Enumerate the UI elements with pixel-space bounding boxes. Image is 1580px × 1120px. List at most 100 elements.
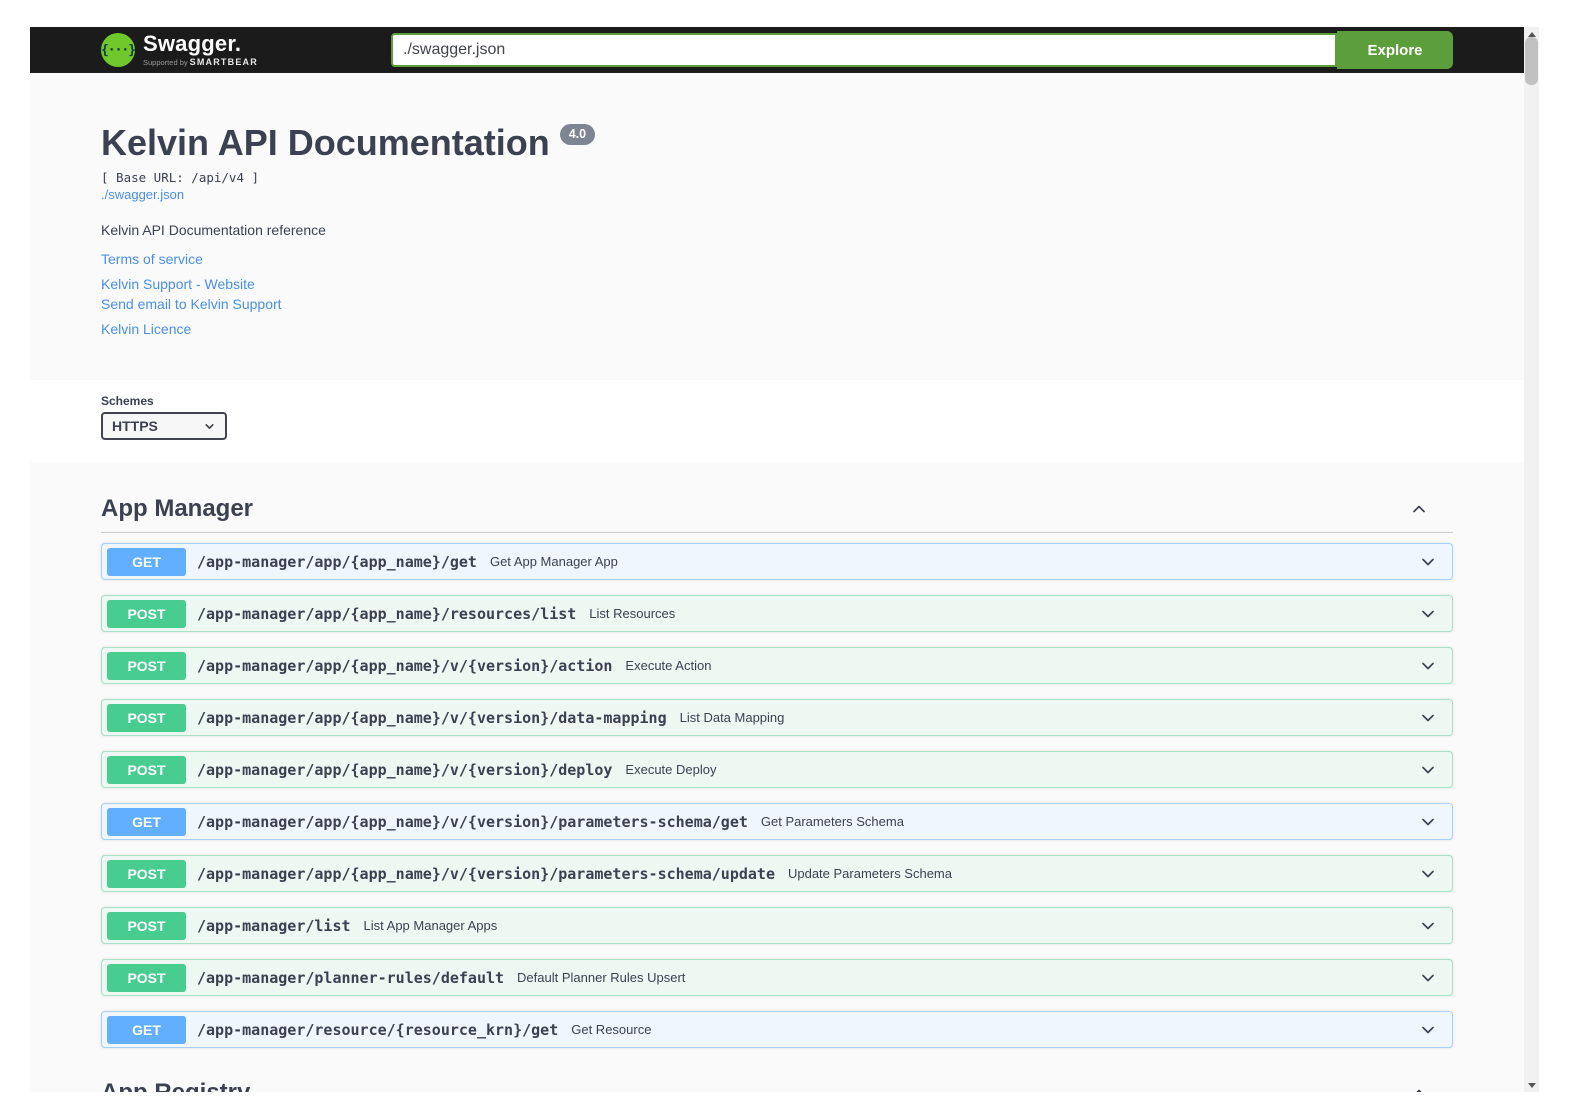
operation-row[interactable]: GET /app-manager/resource/{resource_krn}… — [101, 1011, 1453, 1048]
method-badge: POST — [107, 704, 186, 732]
api-tag-section: App Manager GET /app-manager/app/{app_na… — [101, 489, 1453, 1073]
api-sections: App Manager GET /app-manager/app/{app_na… — [101, 489, 1453, 1092]
terms-of-service-link[interactable]: Terms of service — [101, 251, 1453, 269]
swagger-page: {···} Swagger. Supported bySMARTBEAR Exp… — [30, 27, 1524, 1092]
operation-summary: Default Planner Rules Upsert — [517, 970, 685, 985]
operation-summary: Execute Deploy — [625, 762, 716, 777]
method-badge: POST — [107, 652, 186, 680]
method-badge: GET — [107, 548, 186, 576]
chevron-down-icon — [1418, 916, 1438, 936]
operation-row[interactable]: POST /app-manager/app/{app_name}/v/{vers… — [101, 751, 1453, 788]
triangle-up-icon — [1528, 32, 1536, 37]
operation-summary: Get Parameters Schema — [761, 814, 904, 829]
expand-operation-button[interactable] — [1418, 552, 1438, 572]
operation-path: /app-manager/app/{app_name}/v/{version}/… — [197, 709, 667, 727]
expand-operation-button[interactable] — [1418, 656, 1438, 676]
method-badge: POST — [107, 964, 186, 992]
browser-viewport: {···} Swagger. Supported bySMARTBEAR Exp… — [30, 27, 1539, 1092]
operation-path: /app-manager/resource/{resource_krn}/get — [197, 1021, 558, 1039]
operation-row[interactable]: GET /app-manager/app/{app_name}/get Get … — [101, 543, 1453, 580]
spec-url-input[interactable] — [391, 33, 1337, 67]
operation-summary: List Resources — [589, 606, 675, 621]
section-operations: GET /app-manager/app/{app_name}/get Get … — [101, 543, 1453, 1073]
version-badge: 4.0 — [560, 124, 595, 145]
expand-operation-button[interactable] — [1418, 916, 1438, 936]
operation-path: /app-manager/app/{app_name}/get — [197, 553, 477, 571]
operation-summary: List Data Mapping — [680, 710, 785, 725]
operation-summary: Get Resource — [571, 1022, 651, 1037]
logo-title: Swagger. — [143, 33, 258, 55]
scrollbar-thumb[interactable] — [1525, 37, 1538, 85]
operation-row[interactable]: POST /app-manager/app/{app_name}/resourc… — [101, 595, 1453, 632]
method-badge: POST — [107, 912, 186, 940]
operation-row[interactable]: POST /app-manager/app/{app_name}/v/{vers… — [101, 699, 1453, 736]
operation-path: /app-manager/planner-rules/default — [197, 969, 504, 987]
api-description: Kelvin API Documentation reference — [101, 222, 1453, 238]
scheme-container: Schemes HTTPS — [30, 380, 1524, 462]
expand-operation-button[interactable] — [1418, 1020, 1438, 1040]
scroll-down-button[interactable] — [1524, 1080, 1539, 1090]
explore-button[interactable]: Explore — [1337, 31, 1453, 69]
chevron-down-icon — [1418, 760, 1438, 780]
chevron-down-icon — [1418, 552, 1438, 572]
main-section: App Manager GET /app-manager/app/{app_na… — [30, 462, 1524, 1092]
chevron-down-icon — [1418, 864, 1438, 884]
method-badge: GET — [107, 808, 186, 836]
schemes-select[interactable]: HTTPS — [101, 412, 227, 440]
method-badge: GET — [107, 1016, 186, 1044]
operation-path: /app-manager/list — [197, 917, 351, 935]
operation-path: /app-manager/app/{app_name}/resources/li… — [197, 605, 576, 623]
expand-operation-button[interactable] — [1418, 812, 1438, 832]
operation-path: /app-manager/app/{app_name}/v/{version}/… — [197, 761, 612, 779]
operation-row[interactable]: POST /app-manager/planner-rules/default … — [101, 959, 1453, 996]
operation-path: /app-manager/app/{app_name}/v/{version}/… — [197, 865, 775, 883]
spec-json-link[interactable]: ./swagger.json — [101, 187, 184, 202]
operation-row[interactable]: POST /app-manager/app/{app_name}/v/{vers… — [101, 855, 1453, 892]
method-badge: POST — [107, 860, 186, 888]
operation-summary: Execute Action — [625, 658, 711, 673]
chevron-down-icon — [1418, 656, 1438, 676]
tag-header[interactable]: App Manager — [101, 489, 1453, 533]
vertical-scrollbar[interactable] — [1524, 27, 1539, 1092]
expand-operation-button[interactable] — [1418, 760, 1438, 780]
operation-path: /app-manager/app/{app_name}/v/{version}/… — [197, 813, 748, 831]
collapse-section-button[interactable] — [1409, 499, 1429, 519]
method-badge: POST — [107, 756, 186, 784]
chevron-down-icon — [1418, 708, 1438, 728]
chevron-down-icon — [1418, 812, 1438, 832]
operation-row[interactable]: GET /app-manager/app/{app_name}/v/{versi… — [101, 803, 1453, 840]
operation-summary: Update Parameters Schema — [788, 866, 952, 881]
chevron-down-icon — [1418, 604, 1438, 624]
chevron-down-icon — [1418, 968, 1438, 988]
expand-operation-button[interactable] — [1418, 708, 1438, 728]
tag-header[interactable]: App Registry — [101, 1073, 1453, 1092]
method-badge: POST — [107, 600, 186, 628]
topbar: {···} Swagger. Supported bySMARTBEAR Exp… — [30, 27, 1524, 73]
logo-subtitle: Supported bySMARTBEAR — [143, 57, 258, 67]
expand-operation-button[interactable] — [1418, 604, 1438, 624]
expand-operation-button[interactable] — [1418, 968, 1438, 988]
operation-summary: List App Manager Apps — [364, 918, 498, 933]
section-title: App Registry — [101, 1079, 250, 1092]
braces-icon: {···} — [101, 43, 135, 58]
section-title: App Manager — [101, 495, 253, 523]
chevron-down-icon — [203, 420, 216, 433]
swagger-logo: {···} Swagger. Supported bySMARTBEAR — [101, 33, 391, 67]
expand-operation-button[interactable] — [1418, 864, 1438, 884]
explore-form: Explore — [391, 31, 1453, 69]
collapse-section-button[interactable] — [1409, 1083, 1429, 1092]
support-website-link[interactable]: Kelvin Support - Website — [101, 276, 1453, 294]
schemes-label: Schemes — [101, 394, 1453, 408]
operation-summary: Get App Manager App — [490, 554, 618, 569]
page-title: Kelvin API Documentation4.0 — [101, 121, 1453, 164]
api-tag-section: App Registry — [101, 1073, 1453, 1092]
support-email-link[interactable]: Send email to Kelvin Support — [101, 296, 1453, 314]
operation-path: /app-manager/app/{app_name}/v/{version}/… — [197, 657, 612, 675]
chevron-up-icon — [1409, 1083, 1429, 1092]
chevron-down-icon — [1418, 1020, 1438, 1040]
operation-row[interactable]: POST /app-manager/app/{app_name}/v/{vers… — [101, 647, 1453, 684]
operation-row[interactable]: POST /app-manager/list List App Manager … — [101, 907, 1453, 944]
info-section: Kelvin API Documentation4.0 [ Base URL: … — [30, 73, 1524, 380]
licence-link[interactable]: Kelvin Licence — [101, 321, 1453, 339]
swagger-logo-icon: {···} — [101, 33, 135, 67]
